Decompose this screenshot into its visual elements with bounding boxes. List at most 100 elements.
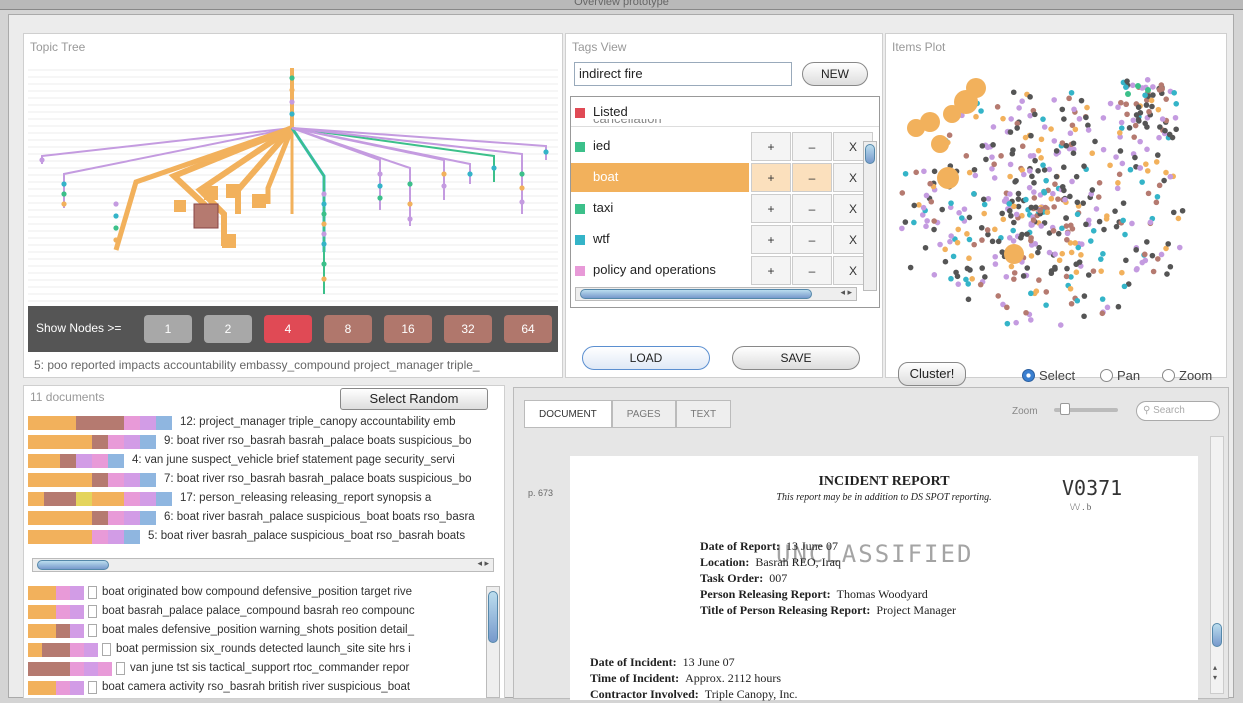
plot-point — [971, 191, 977, 197]
zoom-mode-radio[interactable]: Zoom — [1162, 368, 1212, 383]
tag-subtract-button[interactable]: – — [792, 225, 832, 254]
tag-add-button[interactable]: + — [751, 132, 791, 161]
plot-point — [1055, 230, 1062, 237]
scroll-arrows-icon[interactable]: ◂ ▸ — [840, 287, 852, 298]
select-random-button[interactable]: Select Random — [340, 388, 488, 410]
document-vscroll[interactable]: ▴ ▾ — [1210, 436, 1224, 694]
plot-point — [921, 168, 927, 175]
tag-list-hscroll-thumb[interactable] — [580, 289, 812, 299]
scroll-arrows-icon[interactable]: ◂ ▸ — [477, 558, 489, 569]
topic-tree-graph[interactable] — [24, 64, 562, 304]
item-row[interactable]: boat camera activity rso_basrah british … — [28, 679, 484, 697]
tag-row[interactable]: ied + – X — [571, 131, 879, 162]
tag-row[interactable]: wtf + – X — [571, 224, 879, 255]
tag-list-vscroll-thumb[interactable] — [865, 144, 875, 164]
viewer-tab[interactable]: TEXT — [675, 400, 732, 428]
select-mode-radio[interactable]: Select — [1022, 368, 1075, 383]
tag-add-button[interactable]: + — [751, 256, 791, 285]
item-row[interactable]: boat basrah_palace palace_compound basra… — [28, 603, 484, 621]
tag-subtract-button[interactable]: – — [792, 194, 832, 223]
plot-point — [1100, 146, 1107, 153]
document-row[interactable]: 4: van june suspect_vehicle brief statem… — [28, 452, 502, 470]
pan-mode-radio[interactable]: Pan — [1100, 368, 1140, 383]
tree-node — [174, 200, 186, 212]
zoom-slider-thumb[interactable] — [1060, 403, 1070, 415]
plot-point — [1116, 171, 1123, 178]
item-list-vscroll-thumb[interactable] — [488, 591, 498, 643]
document-row[interactable]: 7: boat river rso_basrah basrah_palace b… — [28, 471, 502, 489]
new-tag-button[interactable]: NEW — [802, 62, 868, 86]
plot-point — [1048, 126, 1054, 132]
item-row[interactable]: boat permission six_rounds detected laun… — [28, 641, 484, 659]
tag-add-button[interactable]: + — [751, 225, 791, 254]
plot-point — [1052, 181, 1058, 187]
tree-node — [252, 194, 266, 208]
tag-swatch — [575, 204, 585, 214]
tag-list-vscroll[interactable] — [863, 141, 877, 291]
tag-subtract-button[interactable]: – — [792, 132, 832, 161]
tag-list-hscroll[interactable]: ◂ ▸ — [575, 287, 857, 301]
tag-add-button[interactable]: + — [751, 163, 791, 192]
show-nodes-button[interactable]: 32 — [444, 315, 492, 343]
plot-cluster-point — [943, 105, 961, 123]
report-field-value: Triple Canopy, Inc. — [704, 687, 798, 701]
plot-point — [1074, 199, 1081, 206]
save-button[interactable]: SAVE — [732, 346, 860, 370]
tree-branch — [291, 127, 325, 294]
document-list-hscroll-thumb[interactable] — [37, 560, 109, 570]
tag-row[interactable]: boat + – X — [571, 162, 879, 193]
tag-row[interactable]: taxi + – X — [571, 193, 879, 224]
plot-point — [1026, 168, 1033, 174]
plot-point — [1083, 114, 1089, 121]
items-scatter-plot[interactable] — [888, 58, 1224, 348]
plot-point — [992, 226, 998, 233]
show-nodes-button[interactable]: 8 — [324, 315, 372, 343]
plot-point — [1124, 111, 1130, 118]
search-field[interactable]: ⚲ Search — [1136, 401, 1220, 421]
plot-point — [1176, 244, 1183, 251]
document-row[interactable]: 5: boat river basrah_palace suspicious_b… — [28, 528, 502, 546]
item-row[interactable]: van june tst sis tactical_support rtoc_c… — [28, 660, 484, 678]
show-nodes-button[interactable]: 16 — [384, 315, 432, 343]
plot-point — [992, 261, 999, 267]
plot-point — [979, 265, 985, 271]
zoom-slider[interactable] — [1054, 403, 1118, 415]
document-list-hscroll[interactable]: ◂ ▸ — [32, 558, 494, 572]
report-field: Date of Incident: 13 June 07 — [590, 654, 798, 670]
topic-color-stripe — [28, 416, 172, 430]
item-list: boat originated bow compound defensive_p… — [28, 584, 502, 698]
search-placeholder: Search — [1153, 405, 1185, 416]
item-list-vscroll[interactable] — [486, 586, 500, 698]
document-row[interactable]: 12: project_manager triple_canopy accoun… — [28, 414, 502, 432]
tag-subtract-button[interactable]: – — [792, 256, 832, 285]
plot-point — [1010, 238, 1017, 244]
tag-subtract-button[interactable]: – — [792, 163, 832, 192]
show-nodes-button[interactable]: 1 — [144, 315, 192, 343]
plot-point — [1013, 211, 1020, 218]
item-row[interactable]: boat males defensive_position warning_sh… — [28, 622, 484, 640]
load-button[interactable]: LOAD — [582, 346, 710, 370]
cluster-button[interactable]: Cluster! — [898, 362, 966, 386]
plot-point — [1067, 193, 1073, 200]
scroll-arrows-icon[interactable]: ▴ ▾ — [1213, 663, 1217, 683]
viewer-tab[interactable]: DOCUMENT — [524, 400, 612, 428]
tag-name-input[interactable]: indirect fire — [574, 62, 792, 86]
plot-point — [1043, 302, 1049, 308]
viewer-tab[interactable]: PAGES — [611, 400, 676, 428]
show-nodes-button[interactable]: 2 — [204, 315, 252, 343]
tag-add-button[interactable]: + — [751, 194, 791, 223]
plot-point — [1098, 268, 1104, 274]
show-nodes-button[interactable]: 4 — [264, 315, 312, 343]
plot-point — [967, 267, 973, 273]
document-row[interactable]: 17: person_releasing releasing_report sy… — [28, 490, 502, 508]
item-row[interactable]: boat originated bow compound defensive_p… — [28, 584, 484, 602]
topic-color-stripe — [28, 530, 140, 544]
document-icon — [116, 662, 125, 675]
document-vscroll-thumb[interactable] — [1212, 623, 1222, 647]
document-row[interactable]: 9: boat river rso_basrah basrah_palace b… — [28, 433, 502, 451]
document-row[interactable]: 6: boat river basrah_palace suspicious_b… — [28, 509, 502, 527]
tag-row[interactable]: policy and operations + – X — [571, 255, 879, 286]
document-summary: 17: person_releasing releasing_report sy… — [180, 492, 432, 504]
show-nodes-button[interactable]: 64 — [504, 315, 552, 343]
plot-point — [1153, 199, 1160, 206]
